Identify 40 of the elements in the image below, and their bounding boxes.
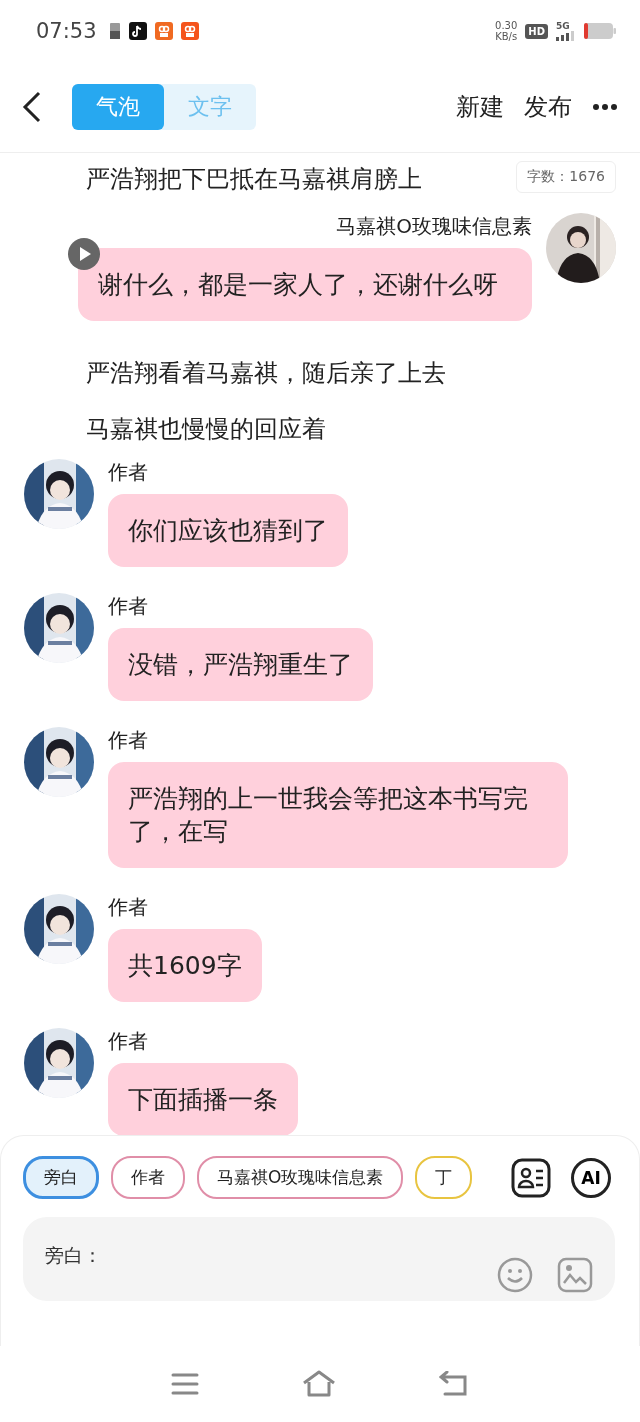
word-count: 字数：1676 [516, 161, 616, 193]
back-icon[interactable] [22, 91, 42, 123]
character-name: 作者 [108, 727, 149, 754]
narration-text: 马嘉祺也慢慢的回应着 [86, 414, 326, 445]
header-action[interactable]: 新建 [456, 91, 504, 123]
message-bubble: 谢什么，都是一家人了，还谢什么呀 [78, 248, 532, 321]
character-name: 马嘉祺O玫瑰味信息素 [336, 213, 532, 240]
character-name: 作者 [108, 1028, 149, 1055]
play-icon[interactable] [68, 238, 100, 270]
hd-icon: HD [525, 23, 548, 39]
character-name: 作者 [108, 894, 149, 921]
character-name: 作者 [108, 593, 149, 620]
header-action[interactable]: 发布 [524, 91, 572, 123]
role-chip[interactable]: 马嘉祺O玫瑰味信息素 [197, 1156, 404, 1199]
role-chip[interactable]: 作者 [111, 1156, 185, 1199]
message-bubble: 严浩翔的上一世我会等把这本书写完了，在写 [108, 762, 568, 868]
message-bubble: 下面插播一条 [108, 1063, 298, 1135]
emoji-icon[interactable] [497, 1257, 533, 1293]
message-bubble: 你们应该也猜到了 [108, 494, 348, 567]
message-bubble: 没错，严浩翔重生了 [108, 628, 373, 701]
status-time: 07:53 [36, 19, 97, 43]
contact-card-icon[interactable] [511, 1157, 551, 1198]
narration-text: 严浩翔把下巴抵在马嘉祺肩膀上 [86, 164, 422, 195]
battery-icon [108, 22, 121, 40]
menu-icon[interactable] [171, 1372, 199, 1396]
ai-button[interactable]: AI [571, 1157, 611, 1198]
app-icon [154, 22, 173, 40]
message-bubble: 共1609字 [108, 929, 262, 1002]
narration-text: 严浩翔看着马嘉祺，随后亲了上去 [86, 358, 446, 389]
battery-icon [584, 23, 616, 39]
character-name: 作者 [108, 459, 149, 486]
role-chip[interactable]: 丁 [415, 1156, 473, 1199]
message-input[interactable]: 旁白： [43, 1243, 497, 1267]
network-speed: 0.30 KB/s [495, 20, 518, 42]
image-icon[interactable] [557, 1257, 593, 1293]
more-icon[interactable] [592, 103, 618, 111]
home-icon[interactable] [301, 1370, 337, 1398]
music-note-icon [128, 22, 147, 40]
app-icon [180, 22, 199, 40]
role-chip[interactable]: 旁白 [23, 1156, 99, 1199]
